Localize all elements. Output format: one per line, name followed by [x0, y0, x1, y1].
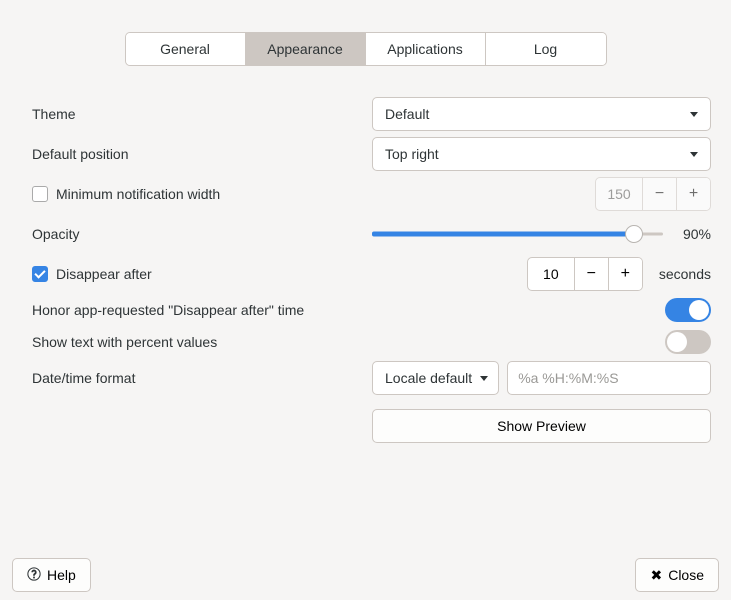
honor-app-time-label: Honor app-requested "Disappear after" ti…	[32, 302, 665, 318]
min-width-increment: +	[676, 178, 710, 210]
position-label: Default position	[32, 146, 372, 162]
min-width-spinner: − +	[595, 177, 711, 211]
tab-log[interactable]: Log	[486, 33, 606, 65]
close-icon: ✖	[650, 567, 662, 584]
opacity-label: Opacity	[32, 226, 372, 242]
chevron-down-icon	[480, 376, 488, 381]
seconds-suffix: seconds	[659, 266, 711, 282]
show-percent-label: Show text with percent values	[32, 334, 665, 350]
slider-thumb[interactable]	[625, 225, 643, 243]
datetime-format-input[interactable]	[507, 361, 711, 395]
show-percent-toggle[interactable]	[665, 330, 711, 354]
disappear-after-label: Disappear after	[56, 266, 152, 282]
chevron-down-icon	[690, 112, 698, 117]
theme-select[interactable]: Default	[372, 97, 711, 131]
show-preview-button[interactable]: Show Preview	[372, 409, 711, 443]
help-icon	[27, 567, 41, 584]
opacity-value: 90%	[675, 226, 711, 242]
chevron-down-icon	[690, 152, 698, 157]
theme-label: Theme	[32, 106, 372, 122]
disappear-after-checkbox[interactable]	[32, 266, 48, 282]
disappear-decrement[interactable]: −	[574, 258, 608, 290]
min-width-checkbox[interactable]	[32, 186, 48, 202]
disappear-increment[interactable]: +	[608, 258, 642, 290]
position-select[interactable]: Top right	[372, 137, 711, 171]
min-width-decrement: −	[642, 178, 676, 210]
min-width-label: Minimum notification width	[56, 186, 220, 202]
datetime-format-label: Date/time format	[32, 370, 372, 386]
disappear-seconds-spinner[interactable]: − +	[527, 257, 643, 291]
tab-bar: General Appearance Applications Log	[0, 0, 731, 66]
honor-app-time-toggle[interactable]	[665, 298, 711, 322]
help-button[interactable]: Help	[12, 558, 91, 592]
disappear-seconds-input[interactable]	[528, 258, 574, 290]
tab-appearance[interactable]: Appearance	[246, 33, 366, 65]
datetime-mode-select[interactable]: Locale default	[372, 361, 499, 395]
close-button[interactable]: ✖ Close	[635, 558, 719, 592]
min-width-input	[596, 178, 642, 210]
tab-applications[interactable]: Applications	[366, 33, 486, 65]
tab-general[interactable]: General	[126, 33, 246, 65]
opacity-slider[interactable]	[372, 225, 663, 243]
